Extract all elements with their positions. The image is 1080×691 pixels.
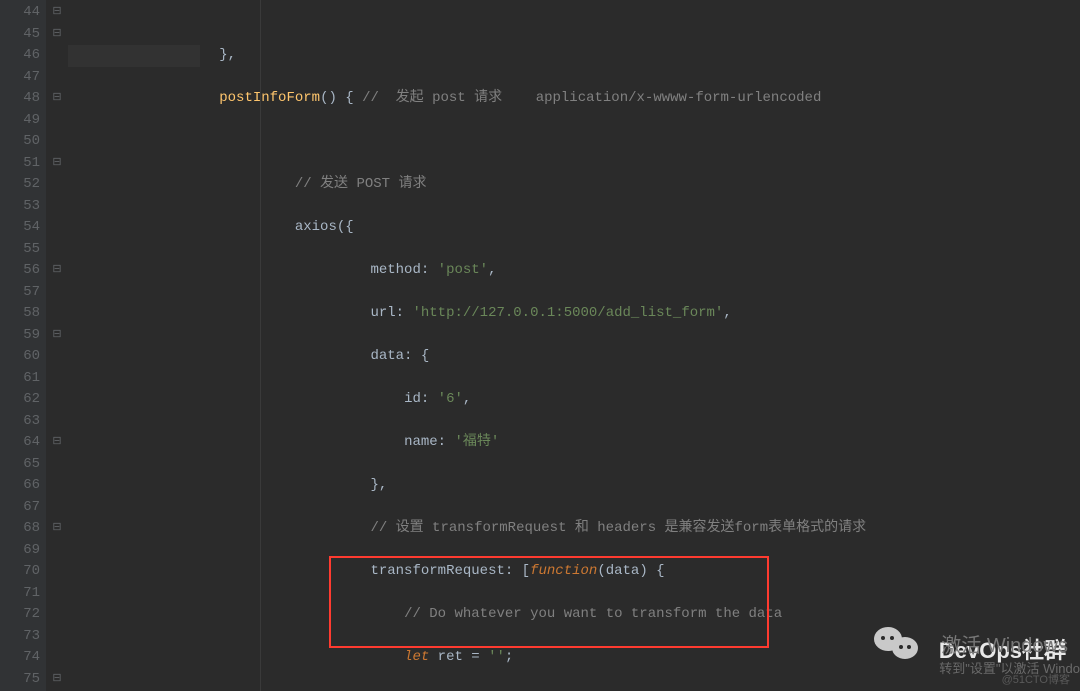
fold-marker[interactable] [46, 282, 68, 304]
fold-marker[interactable]: ⊟ [46, 153, 68, 175]
fold-marker[interactable]: ⊟ [46, 88, 68, 110]
ln: 69 [0, 540, 40, 562]
fold-marker[interactable] [46, 411, 68, 433]
code-line: let ret = ''; [68, 647, 1080, 669]
ln: 68 [0, 518, 40, 540]
code-line: // 发送 POST 请求 [68, 174, 1080, 196]
code-editor: 44 45 46 47 48 49 50 51 52 53 54 55 56 5… [0, 0, 1080, 691]
ln: 63 [0, 411, 40, 433]
fold-marker[interactable] [46, 561, 68, 583]
ln: 47 [0, 67, 40, 89]
fold-marker[interactable] [46, 131, 68, 153]
code-line: postInfoForm() { // 发起 post 请求 applicati… [68, 88, 1080, 110]
fold-marker[interactable] [46, 604, 68, 626]
ln: 71 [0, 583, 40, 605]
fold-marker[interactable] [46, 475, 68, 497]
code-line [68, 131, 1080, 153]
ln: 58 [0, 303, 40, 325]
fold-marker[interactable] [46, 217, 68, 239]
fold-marker[interactable] [46, 239, 68, 261]
ln: 44 [0, 2, 40, 24]
fold-marker[interactable]: ⊟ [46, 669, 68, 691]
ln: 62 [0, 389, 40, 411]
ln: 54 [0, 217, 40, 239]
code-line: // Do whatever you want to transform the… [68, 604, 1080, 626]
windows-activation-watermark: 激活 Windows [941, 636, 1068, 658]
code-line: }, [68, 45, 200, 67]
ln: 60 [0, 346, 40, 368]
ln: 46 [0, 45, 40, 67]
ln: 50 [0, 131, 40, 153]
fold-marker[interactable] [46, 67, 68, 89]
fold-gutter: ⊟ ⊟ ⊟ ⊟ ⊟ ⊟ ⊟ ⊟ ⊟ [46, 0, 68, 691]
code-line: name: '福特' [68, 432, 1080, 454]
fold-marker[interactable] [46, 368, 68, 390]
indent-guide [260, 0, 261, 691]
code-area[interactable]: }, postInfoForm() { // 发起 post 请求 applic… [68, 0, 1080, 691]
line-number-gutter: 44 45 46 47 48 49 50 51 52 53 54 55 56 5… [0, 0, 46, 691]
fold-marker[interactable]: ⊟ [46, 24, 68, 46]
fold-marker[interactable] [46, 389, 68, 411]
fold-marker[interactable] [46, 454, 68, 476]
fold-marker[interactable] [46, 497, 68, 519]
code-line: url: 'http://127.0.0.1:5000/add_list_for… [68, 303, 1080, 325]
ln: 66 [0, 475, 40, 497]
code-line: axios({ [68, 217, 1080, 239]
ln: 67 [0, 497, 40, 519]
ln: 52 [0, 174, 40, 196]
ln: 57 [0, 282, 40, 304]
ln: 55 [0, 239, 40, 261]
ln: 56 [0, 260, 40, 282]
code-line: method: 'post', [68, 260, 1080, 282]
fold-marker[interactable] [46, 626, 68, 648]
ln: 64 [0, 432, 40, 454]
code-line: // 设置 transformRequest 和 headers 是兼容发送fo… [68, 518, 1080, 540]
blog-watermark: @51CTO博客 [1002, 670, 1070, 691]
ln: 53 [0, 196, 40, 218]
fold-marker[interactable] [46, 196, 68, 218]
ln: 51 [0, 153, 40, 175]
ln: 61 [0, 368, 40, 390]
fold-marker[interactable] [46, 540, 68, 562]
fold-marker[interactable] [46, 303, 68, 325]
ln: 65 [0, 454, 40, 476]
fold-marker[interactable] [46, 174, 68, 196]
ln: 59 [0, 325, 40, 347]
code-line: data: { [68, 346, 1080, 368]
code-line: id: '6', [68, 389, 1080, 411]
fold-marker[interactable]: ⊟ [46, 260, 68, 282]
fold-marker[interactable]: ⊟ [46, 518, 68, 540]
ln: 72 [0, 604, 40, 626]
ln: 48 [0, 88, 40, 110]
fold-marker[interactable] [46, 110, 68, 132]
code-line: transformRequest: [function(data) { [68, 561, 1080, 583]
fold-marker[interactable]: ⊟ [46, 325, 68, 347]
fold-marker[interactable] [46, 647, 68, 669]
ln: 74 [0, 647, 40, 669]
ln: 70 [0, 561, 40, 583]
fold-marker[interactable]: ⊟ [46, 2, 68, 24]
ln: 49 [0, 110, 40, 132]
fold-marker[interactable] [46, 45, 68, 67]
fold-marker[interactable]: ⊟ [46, 432, 68, 454]
fold-marker[interactable] [46, 583, 68, 605]
wechat-icon [874, 627, 922, 661]
ln: 45 [0, 24, 40, 46]
code-line: }, [68, 475, 1080, 497]
fold-marker[interactable] [46, 346, 68, 368]
ln: 75 [0, 669, 40, 691]
ln: 73 [0, 626, 40, 648]
